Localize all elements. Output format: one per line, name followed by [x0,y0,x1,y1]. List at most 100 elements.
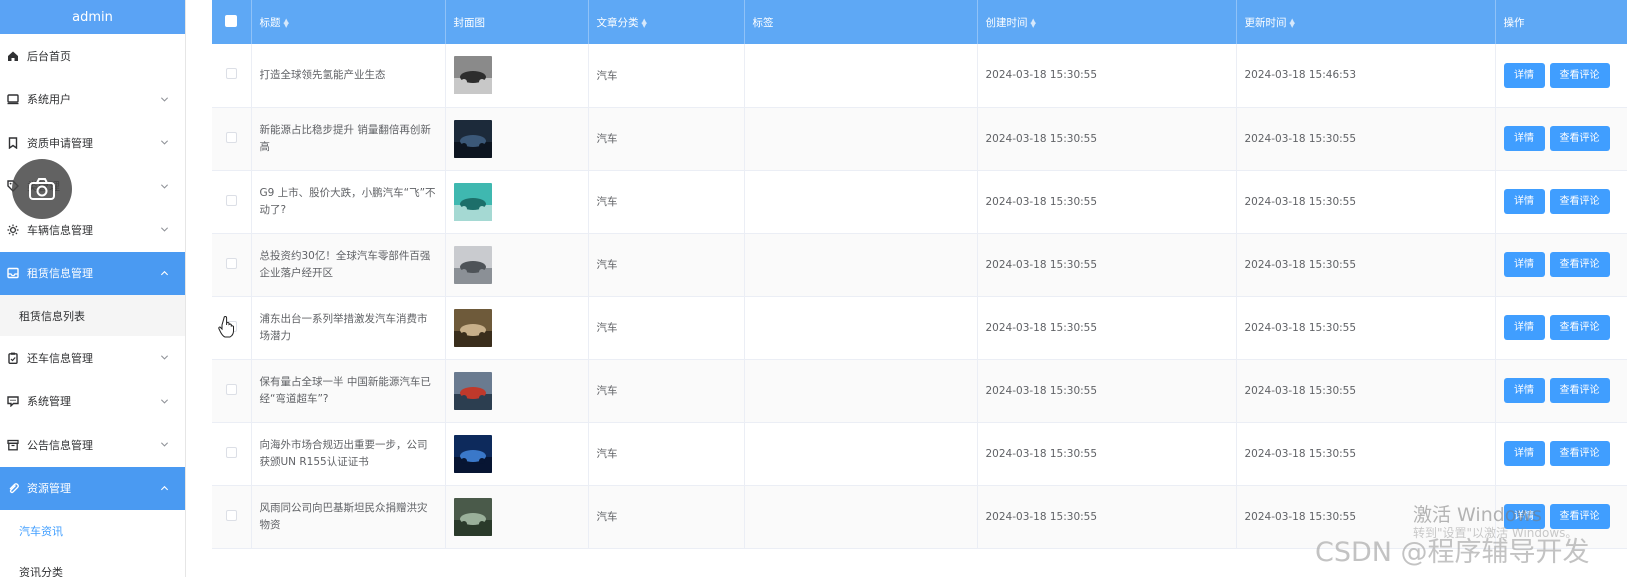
camera-overlay-button[interactable] [12,159,72,219]
sidebar-item[interactable]: 租赁信息管理 [0,251,185,295]
sidebar-item[interactable]: 还车信息管理 [0,336,185,380]
sort-icon[interactable]: ▲ ▼ [1290,17,1295,28]
detail-button[interactable]: 详情 [1503,378,1545,403]
tag-cell [744,170,978,234]
column-header-label: 更新时间 [1244,16,1287,29]
sort-icon[interactable]: ▲ ▼ [1031,17,1036,28]
column-header-label: 操作 [1503,16,1525,29]
view-comments-button[interactable]: 查看评论 [1549,62,1610,88]
sidebar-subitem[interactable]: 租赁信息列表 [0,295,185,336]
row-select-cell [212,170,252,234]
detail-button[interactable]: 详情 [1503,126,1545,151]
column-header-label: 标签 [752,16,774,29]
detail-button[interactable]: 详情 [1503,441,1545,466]
tray-icon [6,266,20,280]
table-row[interactable]: 向海外市场合规迈出重要一步，公司获颁UN R155认证证书 汽车 2024-03-1… [212,422,1627,486]
title-cell: 总投资约30亿！全球汽车零部件百强企业落户经开区 [251,233,446,297]
row-checkbox[interactable] [225,383,237,395]
title-cell: 向海外市场合规迈出重要一步，公司获颁UN R155认证证书 [251,422,446,486]
row-checkbox[interactable] [225,257,237,269]
sidebar-item[interactable]: 公告信息管理 [0,423,185,467]
row-select-cell [212,485,252,549]
table-row[interactable]: 总投资约30亿！全球汽车零部件百强企业落户经开区 汽车 2024-03-18 15:… [212,233,1627,297]
cover-image [453,371,492,410]
created-cell: 2024-03-18 15:30:55 [977,485,1237,549]
archive-icon [6,438,20,452]
row-checkbox[interactable] [225,131,237,143]
cover-cell [445,485,589,549]
row-checkbox[interactable] [225,509,237,521]
table-row[interactable]: 打造全球领先氢能产业生态 汽车 2024-03-18 15:30:55 2024-03… [212,44,1627,108]
view-comments-button[interactable]: 查看评论 [1549,252,1610,277]
column-header-label: 文章分类 [596,16,639,29]
detail-button[interactable]: 详情 [1503,252,1545,277]
sidebar-subitem[interactable]: 汽车资讯 [0,510,185,551]
chevron-up-icon [160,270,168,275]
cover-image [453,497,492,536]
sidebar-item[interactable]: 系统管理 [0,380,185,424]
actions-cell: 详情 查看评论 [1495,296,1627,360]
sidebar-item[interactable]: 资质申请管理 [0,121,185,165]
table-row[interactable]: 保有量占全球一半 中国新能源汽车已经“弯道超车”? 汽车 2024-03-18 15… [212,359,1627,423]
row-checkbox[interactable] [225,68,237,80]
actions-cell: 详情 查看评论 [1495,233,1627,297]
sidebar-item[interactable]: 系统用户 [0,78,185,122]
row-select-cell [212,107,252,171]
category-cell: 汽车 [588,359,745,423]
created-cell: 2024-03-18 15:30:55 [977,107,1237,171]
row-checkbox[interactable] [225,446,237,458]
view-comments-button[interactable]: 查看评论 [1549,189,1610,214]
view-comments-button[interactable]: 查看评论 [1549,315,1610,340]
updated-cell: 2024-03-18 15:30:55 [1236,107,1496,171]
title-cell: 保有量占全球一半 中国新能源汽车已经“弯道超车”? [251,359,446,423]
article-title: 浦东出台一系列举措激发汽车消费市场潜力 [259,312,428,342]
column-header-updated[interactable]: 更新时间 ▲ ▼ [1236,0,1496,44]
actions-cell: 详情 查看评论 [1495,44,1627,108]
sidebar-item[interactable]: 资源管理 [0,466,185,510]
column-header-title[interactable]: 标题 ▲ ▼ [251,0,446,44]
select-all-cell [212,0,252,44]
detail-button[interactable]: 详情 [1503,315,1545,340]
chevron-down-icon [160,140,168,145]
sort-icon[interactable]: ▲ ▼ [284,17,289,28]
updated-cell: 2024-03-18 15:30:55 [1236,359,1496,423]
detail-button[interactable]: 详情 [1503,62,1545,88]
sidebar-item-label: 还车信息管理 [27,351,93,365]
updated-cell: 2024-03-18 15:30:55 [1236,233,1496,297]
select-all-checkbox[interactable] [225,14,238,27]
chevron-down-icon [160,442,168,447]
updated-cell: 2024-03-18 15:30:55 [1236,170,1496,234]
sort-icon[interactable]: ▲ ▼ [642,17,647,28]
tag-cell [744,233,978,297]
column-header-category[interactable]: 文章分类 ▲ ▼ [588,0,745,44]
row-checkbox[interactable] [225,194,237,206]
sidebar-chevron [159,396,169,406]
view-comments-button[interactable]: 查看评论 [1549,126,1610,151]
row-select-cell [212,44,252,108]
actions-cell: 详情 查看评论 [1495,107,1627,171]
sidebar-chevron [159,353,169,363]
windows-activate-watermark: 激活 Windows [1413,504,1542,526]
hand-cursor-icon [218,316,234,338]
view-comments-button[interactable]: 查看评论 [1549,441,1610,466]
chevron-down-icon [160,399,168,404]
detail-button[interactable]: 详情 [1503,189,1545,214]
sidebar-item[interactable]: 后台首页 [0,34,185,78]
row-select-cell [212,359,252,423]
cover-cell [445,44,589,108]
created-cell: 2024-03-18 15:30:55 [977,44,1237,108]
sidebar-chevron [159,268,169,278]
table-row[interactable]: G9 上市、股价大跌，小鹏汽车“飞”不动了? 汽车 2024-03-18 15:30… [212,170,1627,234]
sidebar-subitem[interactable]: 资讯分类 [0,551,185,577]
column-header-created[interactable]: 创建时间 ▲ ▼ [977,0,1237,44]
chevron-down-icon [160,227,168,232]
view-comments-button[interactable]: 查看评论 [1549,378,1610,403]
column-header-label: 封面图 [453,16,486,29]
table-row[interactable]: 浦东出台一系列举措激发汽车消费市场潜力 汽车 2024-03-18 15:30:55… [212,296,1627,360]
tag-cell [744,422,978,486]
created-cell: 2024-03-18 15:30:55 [977,233,1237,297]
sidebar-menu: 后台首页系统用户资质申请管理类管理车辆信息管理租赁信息管理租赁信息列表还车信息管… [0,34,185,577]
category-cell: 汽车 [588,170,745,234]
cover-cell [445,233,589,297]
table-row[interactable]: 新能源占比稳步提升 销量翻倍再创新高 汽车 2024-03-18 15:30:55 2… [212,107,1627,171]
